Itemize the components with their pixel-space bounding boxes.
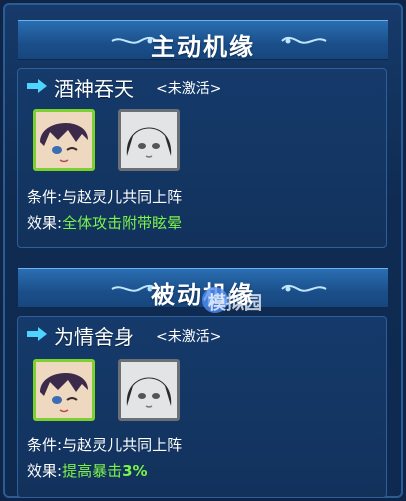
partner-portrait[interactable] [118, 109, 180, 171]
passive-skill-name: 为情舍身 [54, 325, 134, 349]
arrow-right-icon [27, 79, 47, 93]
passive-condition: 条件:与赵灵儿共同上阵 [27, 436, 183, 454]
hero-portrait[interactable] [33, 359, 95, 421]
partner-portrait-icon [121, 112, 177, 168]
active-condition: 条件:与赵灵儿共同上阵 [27, 188, 183, 206]
active-skill-panel: 酒神吞天 <未激活> 条件:与赵灵儿共同上阵 效果:全体攻击附带眩晕 [17, 68, 387, 248]
right-ornament-icon [281, 36, 327, 44]
active-skill-status: <未激活> [156, 81, 222, 97]
active-affinity-banner: 主动机缘 [18, 20, 388, 61]
arrow-right-icon [27, 327, 47, 341]
partner-portrait[interactable] [118, 359, 180, 421]
active-affinity-title: 主动机缘 [151, 33, 255, 61]
active-effect: 效果:全体攻击附带眩晕 [27, 214, 183, 232]
passive-effect: 效果:提高暴击3% [27, 462, 148, 480]
hero-portrait[interactable] [33, 109, 95, 171]
hero-portrait-icon [36, 362, 92, 418]
right-ornament-icon [281, 284, 327, 292]
hero-portrait-icon [36, 112, 92, 168]
passive-skill-panel: 为情舍身 <未激活> 条件:与赵灵儿共同上阵 效果:提高暴击3% [17, 316, 387, 498]
watermark-text: 模拟园 [208, 293, 262, 314]
partner-portrait-icon [121, 362, 177, 418]
passive-skill-status: <未激活> [156, 329, 222, 345]
active-skill-name: 酒神吞天 [54, 77, 134, 101]
